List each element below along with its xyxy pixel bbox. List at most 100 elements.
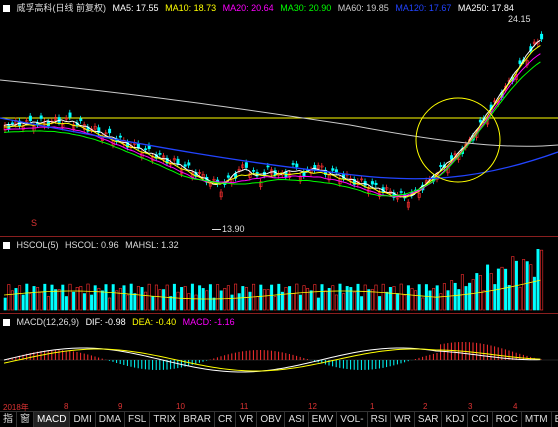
volume-bar [457,289,461,311]
volume-bar [396,293,400,311]
volume-bar [169,296,173,311]
volume-bar [262,289,266,311]
candle-body [28,115,32,121]
volume-bar [360,296,364,311]
volume-bar [316,297,320,311]
volume-bar [284,287,288,311]
volume-bar [234,283,238,311]
candle-body [370,181,374,185]
stock-chart-window: 威孚高科(日线 前复权) MA5: 17.55 MA10: 18.73 MA20… [0,0,558,427]
candle-body [331,168,335,171]
volume-bar [266,289,270,311]
toolbar-tab-sar[interactable]: SAR [415,412,443,427]
volume-bar [226,285,230,311]
volume-bar [230,294,234,311]
volume-bar [104,284,108,311]
candle-body [518,60,522,64]
toolbar-tab-roc[interactable]: ROC [493,412,522,427]
volume-bar [154,284,158,311]
volume-bar [223,288,227,311]
volume-bar [388,287,392,311]
volume-bar [122,285,126,311]
candle-body [108,128,112,134]
toolbar-tab-asi[interactable]: ASI [285,412,309,427]
candle-body [244,162,248,168]
volume-bar [212,297,216,311]
toolbar-tab-vr[interactable]: VR [236,412,258,427]
low-price-label: 13.90 [222,224,245,234]
volume-bar [302,285,306,311]
toolbar-tab-boll[interactable]: BOLL [552,412,558,427]
toolbar-tab-emv[interactable]: EMV [309,412,338,427]
volume-bar [428,290,432,311]
volume-bar [536,249,540,311]
volume-bar [108,297,112,311]
volume-bar [464,286,468,311]
volume-bar [540,249,544,311]
volume-bar [446,290,450,311]
volume-bar [72,291,76,311]
volume-bar [424,284,428,311]
volume-bar [93,285,97,311]
volume-bar [352,291,356,311]
volume-bar [50,284,54,311]
toolbar-tab-macd[interactable]: MACD [34,412,71,427]
toolbar-tab-dmi[interactable]: DMI [70,412,96,427]
volume-bar [14,288,18,311]
volume-bar [10,290,14,311]
toolbar-tab-cr[interactable]: CR [215,412,237,427]
volume-bar [291,293,295,311]
volume-bar [248,291,252,311]
volume-bar [90,294,94,311]
toolbar-tab-mtm[interactable]: MTM [522,412,552,427]
volume-bar [46,296,50,311]
volume-bar [136,286,140,311]
volume-bar [28,293,32,311]
toolbar-tab-fsl[interactable]: FSL [125,412,151,427]
volume-bar [61,284,65,311]
volume-bar [378,296,382,311]
candle-body [176,158,180,164]
candle-body [399,191,403,193]
toolbar-tab-窗口[interactable]: 窗口 [17,412,34,427]
kline-chart[interactable]: S [0,0,558,232]
toolbar-tab-wr[interactable]: WR [391,412,415,427]
macd-chart[interactable] [0,328,558,402]
hscol-chart[interactable] [0,240,558,312]
volume-bar [399,283,403,311]
volume-bar [374,284,378,311]
volume-bar [277,283,281,311]
toolbar-tab-指标a[interactable]: 指标A [0,412,17,427]
toolbar-tab-trix[interactable]: TRIX [150,412,181,427]
toolbar-tab-rsi[interactable]: RSI [368,412,392,427]
volume-bar [54,289,58,311]
volume-bar [385,291,389,311]
toolbar-tab-cci[interactable]: CCI [468,412,493,427]
volume-bar [489,273,493,311]
volume-bar [140,287,144,311]
toolbar-tab-dma[interactable]: DMA [96,412,126,427]
volume-bar [244,287,248,311]
volume-bar [86,283,90,311]
volume-bar [190,283,194,311]
volume-bar [522,259,526,311]
volume-bar [403,294,407,311]
candle-body [439,165,443,167]
volume-bar [450,280,454,311]
volume-bar [511,256,515,311]
candle-body [68,112,72,118]
volume-bar [507,285,511,311]
dea-value: DEA: -0.40 [132,317,177,327]
volume-bar [439,293,443,311]
volume-bar [298,294,302,311]
volume-bar [460,274,464,311]
axis-label: 11 [240,402,249,411]
indicator-toolbar: 指标A窗口MACDDMIDMAFSLTRIXBRARCRVROBVASIEMVV… [0,411,558,427]
volume-bar [43,283,47,311]
candle-body [302,171,306,177]
toolbar-tab-kdj[interactable]: KDJ [442,412,469,427]
toolbar-tab-obv[interactable]: OBV [257,412,286,427]
volume-bar [306,288,310,311]
toolbar-tab-brar[interactable]: BRAR [180,412,215,427]
toolbar-tab-vol-tdx[interactable]: VOL-TDX [337,412,368,427]
